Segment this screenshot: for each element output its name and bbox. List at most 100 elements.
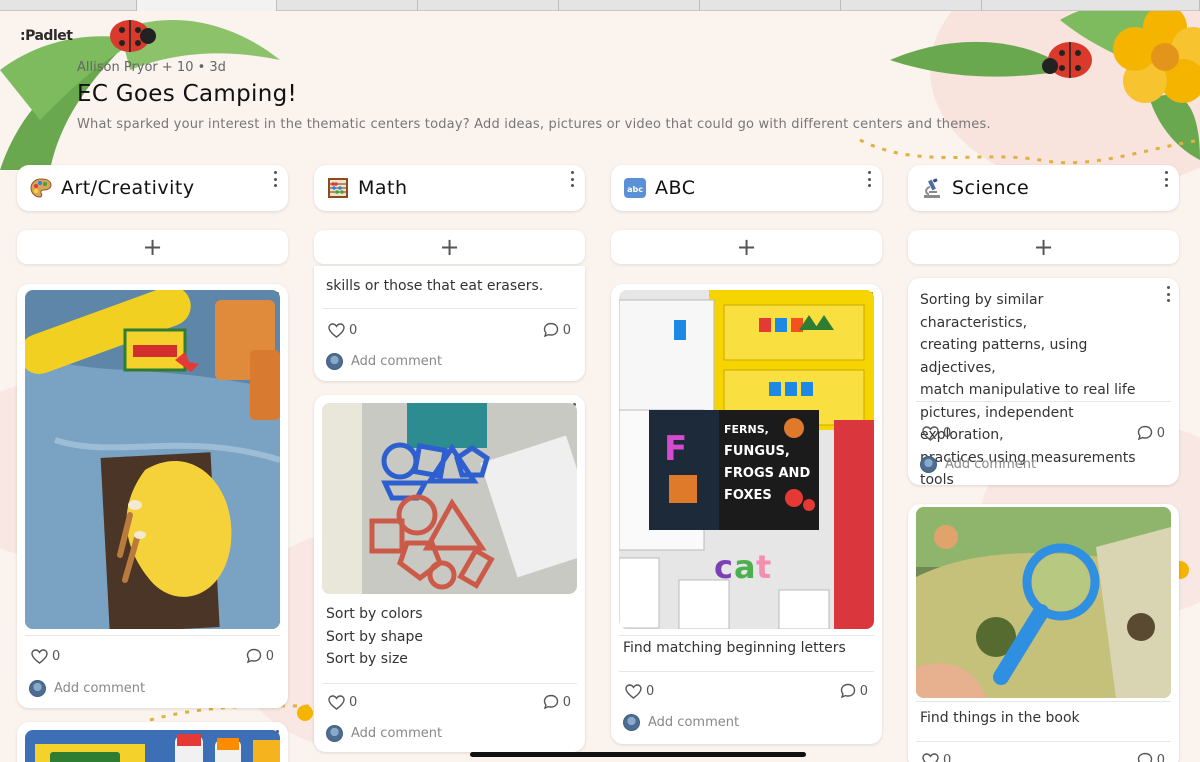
comment-bubble-icon bbox=[543, 322, 558, 338]
letter-matching-photo[interactable]: F FERNS, FUNGUS, FROGS AND FOXES c a t bbox=[619, 290, 874, 629]
add-comment-row[interactable]: Add comment bbox=[326, 723, 573, 743]
card-divider bbox=[619, 635, 874, 636]
heart-icon bbox=[922, 425, 939, 441]
like-count: 0 bbox=[943, 752, 952, 762]
avatar bbox=[29, 679, 46, 697]
post-text-line: creating patterns, using adjectives, bbox=[920, 337, 1088, 376]
avatar bbox=[920, 455, 937, 473]
column-header[interactable]: abc ABC bbox=[611, 165, 882, 211]
board-title: EC Goes Camping! bbox=[77, 81, 297, 107]
avatar bbox=[326, 724, 343, 742]
post-card[interactable]: Sort by colors Sort by shape Sort by siz… bbox=[314, 395, 585, 752]
comment-bubble-icon bbox=[543, 694, 558, 710]
plus-icon: + bbox=[736, 233, 757, 261]
like-button[interactable]: 0 bbox=[31, 649, 60, 664]
comment-count: 0 bbox=[265, 648, 274, 664]
svg-text:FOXES: FOXES bbox=[724, 488, 772, 503]
add-comment-row[interactable]: Add comment bbox=[920, 454, 1167, 474]
plus-icon: + bbox=[439, 233, 460, 261]
card-divider bbox=[322, 308, 577, 309]
comment-button[interactable]: 0 bbox=[1137, 752, 1165, 762]
browser-tab[interactable] bbox=[982, 0, 1200, 11]
like-count: 0 bbox=[349, 694, 358, 710]
shape-sorting-photo[interactable] bbox=[322, 403, 577, 594]
browser-tab[interactable] bbox=[841, 0, 982, 11]
post-card[interactable]: Find things in the book 0 0 bbox=[908, 504, 1179, 762]
add-post-button[interactable]: + bbox=[908, 230, 1179, 264]
add-post-button[interactable]: + bbox=[314, 230, 585, 264]
column-header[interactable]: Science bbox=[908, 165, 1179, 211]
column-menu-icon[interactable] bbox=[866, 171, 872, 187]
post-text-line: match manipulative to real life bbox=[920, 382, 1136, 398]
padlet-logo[interactable]: :Padlet bbox=[20, 28, 73, 44]
browser-tab[interactable] bbox=[700, 0, 841, 11]
post-card[interactable]: skills or those that eat erasers. 0 0 Ad… bbox=[314, 266, 585, 381]
card-divider bbox=[25, 635, 280, 636]
post-card[interactable]: F FERNS, FUNGUS, FROGS AND FOXES c a t F… bbox=[611, 284, 882, 744]
post-card[interactable]: Sorting by similar characteristics, crea… bbox=[908, 278, 1179, 485]
comment-bubble-icon bbox=[840, 683, 855, 699]
comment-count: 0 bbox=[562, 322, 571, 338]
browser-tab[interactable] bbox=[559, 0, 700, 11]
microscope-icon bbox=[920, 177, 944, 199]
plus-icon: + bbox=[1033, 233, 1054, 261]
avatar bbox=[326, 352, 343, 370]
like-button[interactable]: 0 bbox=[328, 323, 357, 338]
post-card[interactable]: 0 0 Add comment bbox=[17, 284, 288, 708]
crayola-supplies-photo[interactable] bbox=[25, 730, 280, 762]
comment-count: 0 bbox=[859, 683, 868, 699]
reactions-row: 0 0 bbox=[31, 646, 274, 666]
reactions-row: 0 0 bbox=[328, 320, 571, 340]
add-comment-row[interactable]: Add comment bbox=[623, 712, 870, 732]
browser-tab[interactable] bbox=[418, 0, 559, 11]
like-button[interactable]: 0 bbox=[625, 684, 654, 699]
heart-icon bbox=[31, 648, 48, 664]
add-comment-label: Add comment bbox=[648, 714, 740, 730]
play-dough-photo[interactable] bbox=[25, 290, 280, 629]
add-comment-label: Add comment bbox=[351, 725, 443, 741]
comment-button[interactable]: 0 bbox=[1137, 425, 1165, 441]
palette-icon bbox=[29, 177, 53, 199]
reactions-row: 0 0 bbox=[625, 681, 868, 701]
avatar bbox=[623, 713, 640, 731]
add-post-button[interactable]: + bbox=[611, 230, 882, 264]
column-title: Math bbox=[358, 177, 408, 199]
column-title: ABC bbox=[655, 177, 696, 199]
comment-button[interactable]: 0 bbox=[543, 322, 571, 338]
home-indicator[interactable] bbox=[470, 752, 806, 757]
column-header[interactable]: Math bbox=[314, 165, 585, 211]
column-title: Science bbox=[952, 177, 1030, 199]
comment-button[interactable]: 0 bbox=[543, 694, 571, 710]
browser-tab[interactable] bbox=[277, 0, 418, 11]
card-divider bbox=[916, 401, 1171, 402]
add-post-button[interactable]: + bbox=[17, 230, 288, 264]
browser-tab-strip bbox=[0, 0, 1200, 11]
svg-text:FERNS,: FERNS, bbox=[724, 423, 769, 436]
svg-text:abc: abc bbox=[627, 185, 643, 194]
column-menu-icon[interactable] bbox=[1163, 171, 1169, 187]
add-comment-row[interactable]: Add comment bbox=[326, 351, 573, 371]
add-comment-row[interactable]: Add comment bbox=[29, 678, 276, 698]
like-button[interactable]: 0 bbox=[922, 753, 951, 762]
post-card[interactable] bbox=[17, 722, 288, 762]
card-divider bbox=[322, 683, 577, 684]
browser-tab-active[interactable] bbox=[137, 0, 277, 11]
column-menu-icon[interactable] bbox=[272, 171, 278, 187]
column-header[interactable]: Art/Creativity bbox=[17, 165, 288, 211]
browser-tab[interactable] bbox=[0, 0, 137, 11]
heart-icon bbox=[328, 694, 345, 710]
comment-bubble-icon bbox=[246, 648, 261, 664]
add-comment-label: Add comment bbox=[945, 456, 1037, 472]
plus-icon: + bbox=[142, 233, 163, 261]
post-text-line: Sorting by similar characteristics, bbox=[920, 292, 1044, 331]
like-count: 0 bbox=[52, 648, 61, 664]
like-button[interactable]: 0 bbox=[328, 695, 357, 710]
post-menu-icon[interactable] bbox=[1165, 286, 1171, 302]
like-button[interactable]: 0 bbox=[922, 426, 951, 441]
magnifying-glass-book-photo[interactable] bbox=[916, 507, 1171, 698]
svg-text:a: a bbox=[734, 548, 756, 586]
comment-count: 0 bbox=[1156, 752, 1165, 762]
comment-button[interactable]: 0 bbox=[840, 683, 868, 699]
column-menu-icon[interactable] bbox=[569, 171, 575, 187]
comment-button[interactable]: 0 bbox=[246, 648, 274, 664]
